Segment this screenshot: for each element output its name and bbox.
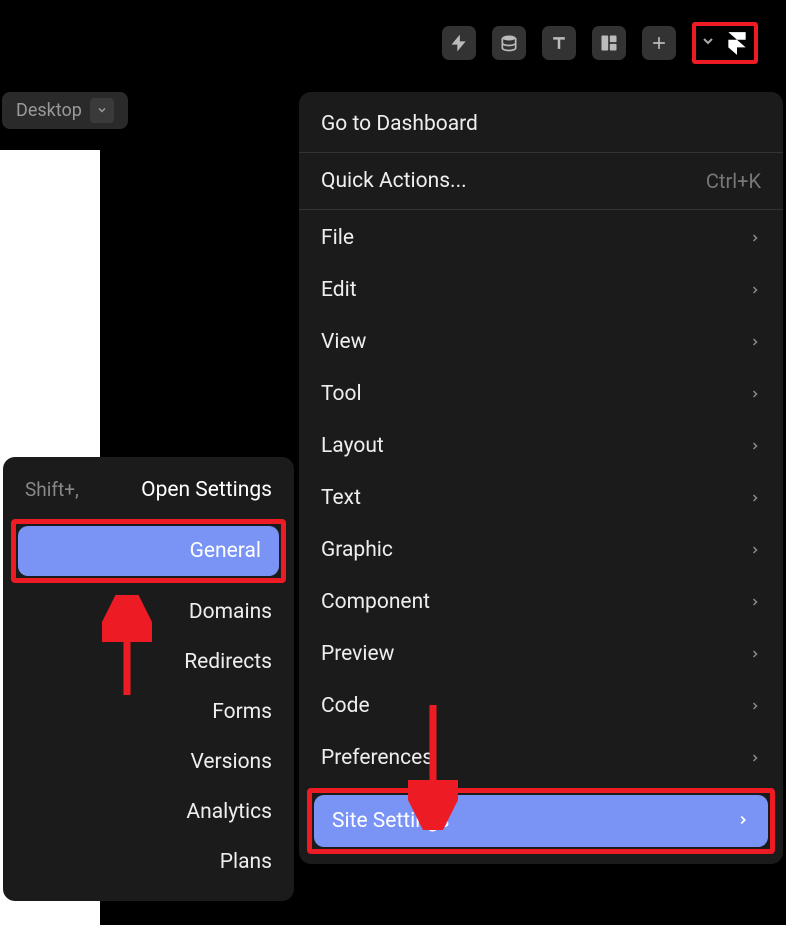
device-breakpoint[interactable]: Desktop [2,92,128,129]
plus-tool[interactable] [642,26,676,60]
menu-label: Layout [321,434,384,458]
menu-item-view[interactable]: View [299,316,783,368]
chevron-right-icon [749,538,761,562]
chevron-right-icon [749,226,761,250]
submenu-item-analytics[interactable]: Analytics [3,787,294,837]
menu-label: Text [321,486,361,510]
menu-item-layout[interactable]: Layout [299,420,783,472]
text-tool[interactable] [542,26,576,60]
submenu-item-plans[interactable]: Plans [3,837,294,887]
menu-item-graphic[interactable]: Graphic [299,524,783,576]
divider [299,152,783,153]
app-menu-trigger[interactable] [692,22,758,64]
layout-tool[interactable] [592,26,626,60]
menu-label: Code [321,694,370,718]
menu-item-component[interactable]: Component [299,576,783,628]
menu-site-settings[interactable]: Site Settings [314,795,768,847]
chevron-right-icon [749,434,761,458]
menu-item-text[interactable]: Text [299,472,783,524]
chevron-right-icon [749,330,761,354]
chevron-right-icon [736,809,750,833]
menu-item-file[interactable]: File [299,212,783,264]
menu-label: Preferences [321,746,433,770]
menu-item-preview[interactable]: Preview [299,628,783,680]
menu-item-code[interactable]: Code [299,680,783,732]
device-label: Desktop [16,100,82,121]
top-toolbar [0,0,786,86]
submenu-label: General [190,539,261,563]
submenu-open-settings[interactable]: Shift+, Open Settings [3,465,294,515]
menu-label: Preview [321,642,394,666]
submenu-item-redirects[interactable]: Redirects [3,637,294,687]
bolt-tool[interactable] [442,26,476,60]
divider [299,209,783,210]
menu-label: Tool [321,382,362,406]
chevron-right-icon [749,278,761,302]
chevron-right-icon [749,590,761,614]
chevron-right-icon [749,642,761,666]
menu-label: Site Settings [332,809,449,833]
general-highlight: General [11,519,286,583]
submenu-header-label: Open Settings [141,478,272,502]
menu-label: View [321,330,366,354]
submenu-item-domains[interactable]: Domains [3,587,294,637]
menu-label: Graphic [321,538,393,562]
menu-label: Edit [321,278,357,302]
submenu-item-forms[interactable]: Forms [3,687,294,737]
chevron-right-icon [749,694,761,718]
chevron-right-icon [749,382,761,406]
main-dropdown-menu: Go to Dashboard Quick Actions... Ctrl+K … [299,92,783,864]
menu-label: File [321,226,354,250]
database-tool[interactable] [492,26,526,60]
site-settings-highlight: Site Settings [307,788,775,854]
menu-item-edit[interactable]: Edit [299,264,783,316]
settings-submenu: Shift+, Open Settings General DomainsRed… [3,457,294,901]
menu-label: Quick Actions... [321,169,467,193]
menu-item-tool[interactable]: Tool [299,368,783,420]
menu-quick-actions[interactable]: Quick Actions... Ctrl+K [299,155,783,207]
shortcut-label: Ctrl+K [706,169,761,193]
menu-label: Component [321,590,430,614]
chevron-right-icon [749,486,761,510]
menu-item-preferences[interactable]: Preferences [299,732,783,784]
chevron-right-icon [749,746,761,770]
chevron-down-icon [700,33,716,53]
submenu-general[interactable]: General [18,526,279,576]
framer-logo-icon [724,30,750,56]
submenu-item-versions[interactable]: Versions [3,737,294,787]
menu-label: Go to Dashboard [321,112,478,136]
shortcut-label: Shift+, [25,478,79,502]
menu-go-to-dashboard[interactable]: Go to Dashboard [299,98,783,150]
chevron-down-icon [90,98,114,123]
